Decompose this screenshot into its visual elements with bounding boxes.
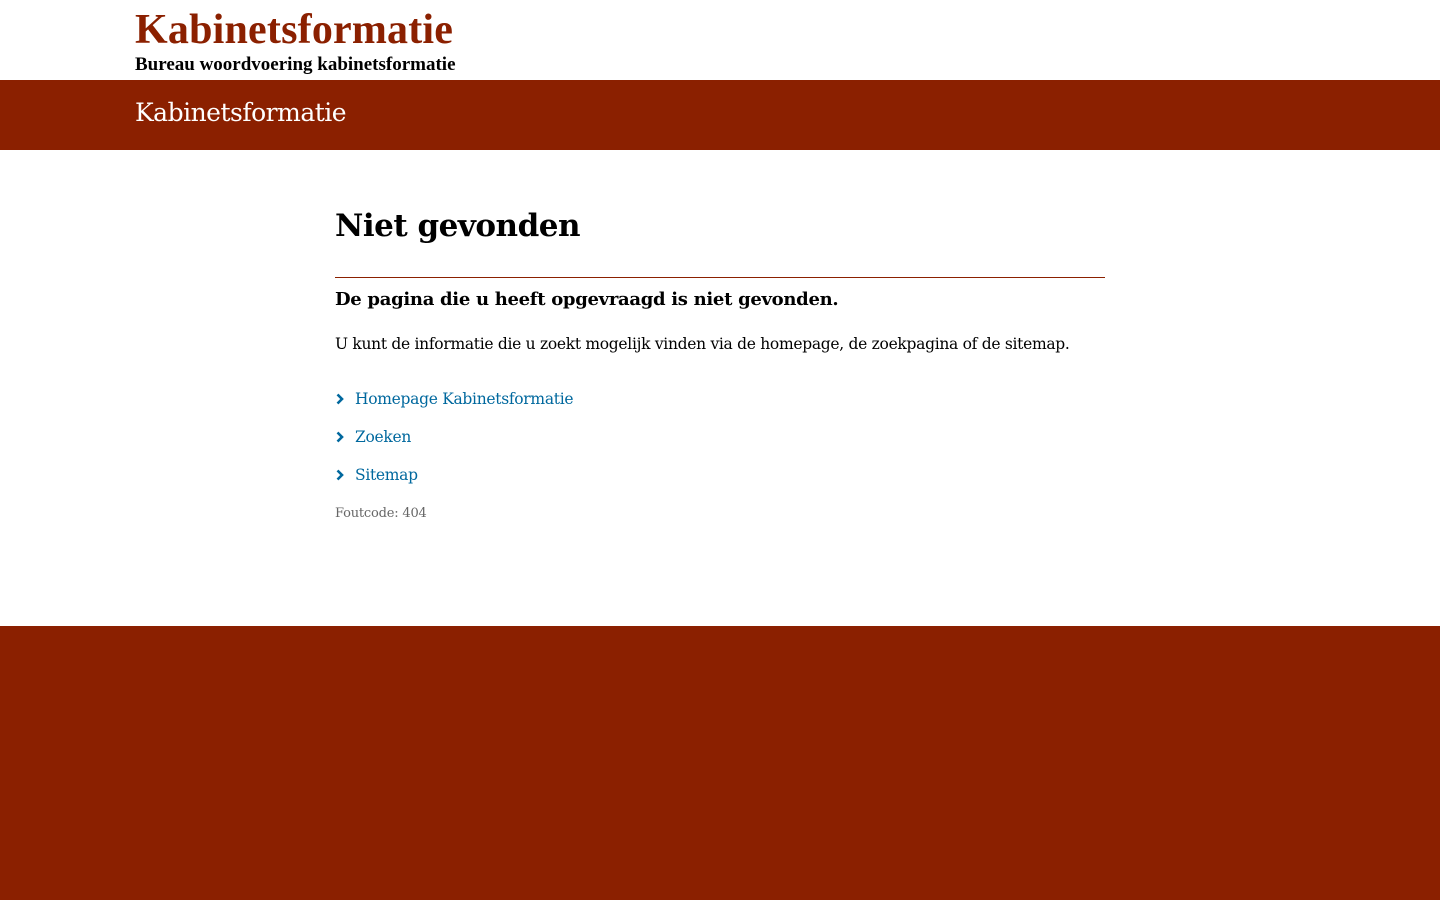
title-divider	[335, 277, 1105, 278]
site-logo-link[interactable]: Kabinetsformatie Bureau woordvoering kab…	[135, 8, 456, 76]
homepage-link[interactable]: Homepage Kabinetsformatie	[355, 386, 574, 412]
list-item: Sitemap	[335, 456, 573, 494]
sitemap-link[interactable]: Sitemap	[355, 462, 418, 488]
intro-text: U kunt de informatie die u zoekt mogelij…	[335, 335, 1070, 353]
help-links-list: Homepage Kabinetsformatie Zoeken Sitemap	[335, 380, 574, 494]
chevron-right-icon	[335, 386, 355, 412]
error-code: Foutcode: 404	[335, 506, 427, 521]
page-title: Niet gevonden	[335, 208, 581, 244]
site-footer	[0, 626, 1440, 900]
site-header: Kabinetsformatie Bureau woordvoering kab…	[0, 0, 1440, 80]
chevron-right-icon	[335, 462, 355, 488]
site-banner: Kabinetsformatie	[0, 80, 1440, 150]
lead-text: De pagina die u heeft opgevraagd is niet…	[335, 289, 839, 310]
list-item: Homepage Kabinetsformatie	[335, 380, 574, 418]
list-item: Zoeken	[335, 418, 573, 456]
logo-title: Kabinetsformatie	[135, 7, 454, 53]
logo-subtitle: Bureau woordvoering kabinetsformatie	[135, 54, 456, 75]
chevron-right-icon	[335, 424, 355, 450]
banner-title: Kabinetsformatie	[135, 98, 347, 127]
search-link[interactable]: Zoeken	[355, 424, 411, 450]
